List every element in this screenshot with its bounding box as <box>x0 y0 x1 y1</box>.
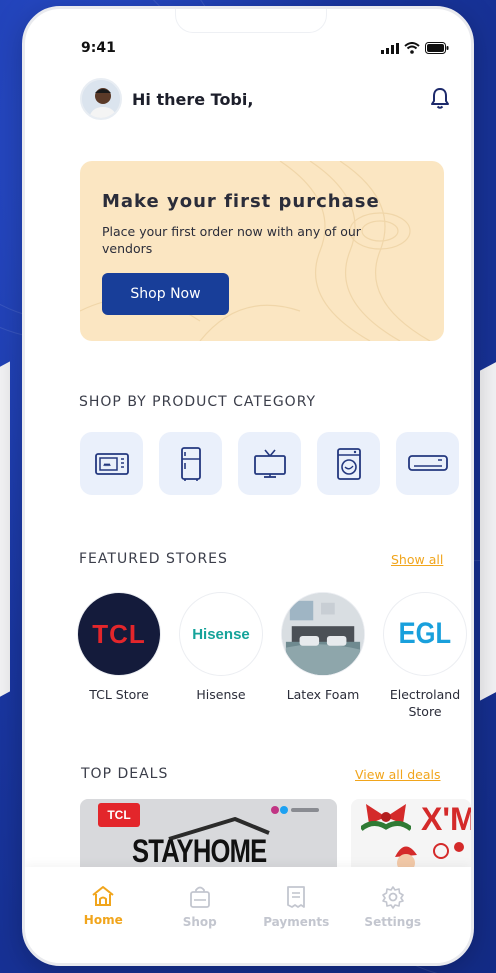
phone-screen: 9:41 Hi there Tobi, Make your first purc… <box>22 6 474 966</box>
store-latex-foam[interactable]: Latex Foam <box>281 592 365 720</box>
wifi-icon <box>404 42 420 54</box>
store-name: TCL Store <box>89 687 149 702</box>
category-washing-machine[interactable] <box>317 432 380 495</box>
promo-banner: Make your first purchase Place your firs… <box>80 161 444 341</box>
store-tcl[interactable]: TCL TCL Store <box>77 592 161 720</box>
tab-label: Home <box>83 913 123 927</box>
store-name: Electroland Store <box>389 687 461 719</box>
battery-icon <box>425 42 449 54</box>
air-conditioner-icon <box>407 454 448 471</box>
avatar[interactable] <box>80 78 122 120</box>
tab-label: Settings <box>364 915 422 929</box>
tab-shop[interactable]: Shop <box>165 867 235 963</box>
status-bar: 9:41 <box>25 37 471 59</box>
tab-label: Payments <box>263 915 330 929</box>
greeting-text: Hi there Tobi, <box>132 89 254 109</box>
tab-settings[interactable]: Settings <box>358 867 428 963</box>
bottom-tab-bar: Home Shop Payments Settings <box>25 867 471 963</box>
santa-figure <box>395 842 464 869</box>
category-microwave[interactable] <box>80 432 143 495</box>
status-time: 9:41 <box>81 40 116 56</box>
tab-payments[interactable]: Payments <box>261 867 331 963</box>
store-name: Latex Foam <box>286 687 360 702</box>
store-hisense[interactable]: Hisense Hisense <box>179 592 263 720</box>
stores-section-title: FEATURED STORES <box>79 551 228 567</box>
deal-brand-badge: TCL <box>98 803 140 827</box>
christmas-bow-icon <box>361 804 411 831</box>
view-all-deals-link[interactable]: View all deals <box>355 767 441 782</box>
shopping-bag-icon <box>189 886 210 908</box>
microwave-icon <box>94 452 129 475</box>
deal-headline: X'M <box>421 801 471 837</box>
tv-icon <box>253 448 286 478</box>
signal-icon <box>381 42 399 54</box>
fridge-icon <box>180 446 201 481</box>
shop-now-button[interactable]: Shop Now <box>102 273 229 315</box>
deals-section-title: TOP DEALS <box>81 766 169 782</box>
receipt-icon <box>287 886 306 908</box>
deal-card-xmas[interactable]: X'M <box>351 799 471 869</box>
deals-list: TCL STAYHOME X'M <box>80 799 471 869</box>
bedroom-image <box>282 593 364 675</box>
header: Hi there Tobi, <box>80 77 450 121</box>
phone-notch <box>175 9 327 33</box>
category-list <box>80 432 459 495</box>
store-list: TCL TCL Store Hisense Hisense Latex Foam… <box>77 592 467 720</box>
store-name: Hisense <box>196 687 246 702</box>
category-tv[interactable] <box>238 432 301 495</box>
tab-home[interactable]: Home <box>68 867 138 963</box>
promo-text: Place your first order now with any of o… <box>102 224 361 256</box>
home-icon <box>92 886 114 906</box>
egl-logo: EGL <box>383 592 467 676</box>
category-section-title: SHOP BY PRODUCT CATEGORY <box>79 394 317 410</box>
bell-icon[interactable] <box>430 87 450 109</box>
promo-title: Make your first purchase <box>102 191 380 212</box>
washing-machine-icon <box>336 447 361 480</box>
store-electroland[interactable]: EGL Electroland Store <box>383 592 467 720</box>
social-handles <box>271 806 319 814</box>
latex-foam-photo <box>281 592 365 676</box>
show-all-stores-link[interactable]: Show all <box>391 552 443 567</box>
deal-headline: STAYHOME <box>132 833 267 869</box>
category-fridge[interactable] <box>159 432 222 495</box>
tab-label: Shop <box>182 915 217 929</box>
category-air-conditioner[interactable] <box>396 432 459 495</box>
hisense-logo: Hisense <box>179 592 263 676</box>
tcl-logo: TCL <box>77 592 161 676</box>
deal-card-tcl[interactable]: TCL STAYHOME <box>80 799 337 869</box>
gear-icon <box>381 886 404 909</box>
user-photo <box>82 80 120 118</box>
